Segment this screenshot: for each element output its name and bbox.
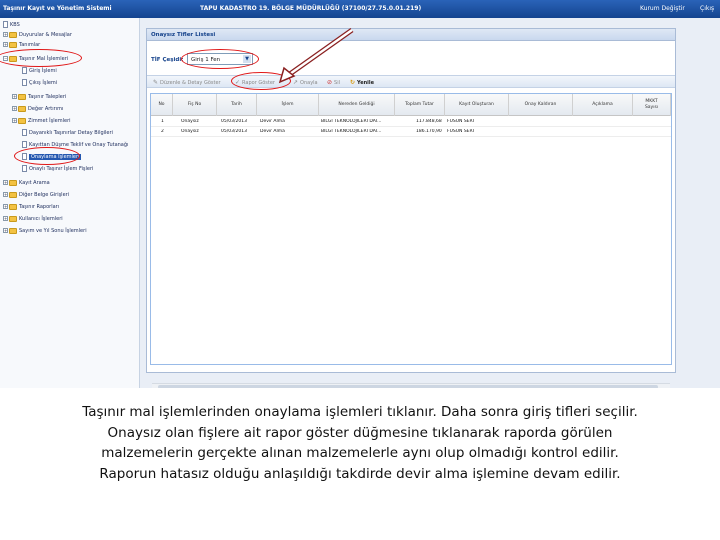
annotation-arrow xyxy=(278,27,354,84)
app-screenshot: Taşınır Kayıt ve Yönetim Sistemi TAPU KA… xyxy=(0,0,720,388)
arrow-shaft xyxy=(286,29,353,77)
caption-line-3: malzemelerin gerçekte alınan malzemelerl… xyxy=(101,445,619,461)
caption-line-2: Onaysız olan fişlere ait rapor göster dü… xyxy=(107,424,613,441)
instruction-caption: Taşınır mal işlemlerinden onaylama işlem… xyxy=(40,402,680,484)
caption-line-1: Taşınır mal işlemlerinden onaylama işlem… xyxy=(82,404,638,420)
caption-line-4: Raporun hatasız olduğu anlaşıldığı takdi… xyxy=(99,465,621,482)
